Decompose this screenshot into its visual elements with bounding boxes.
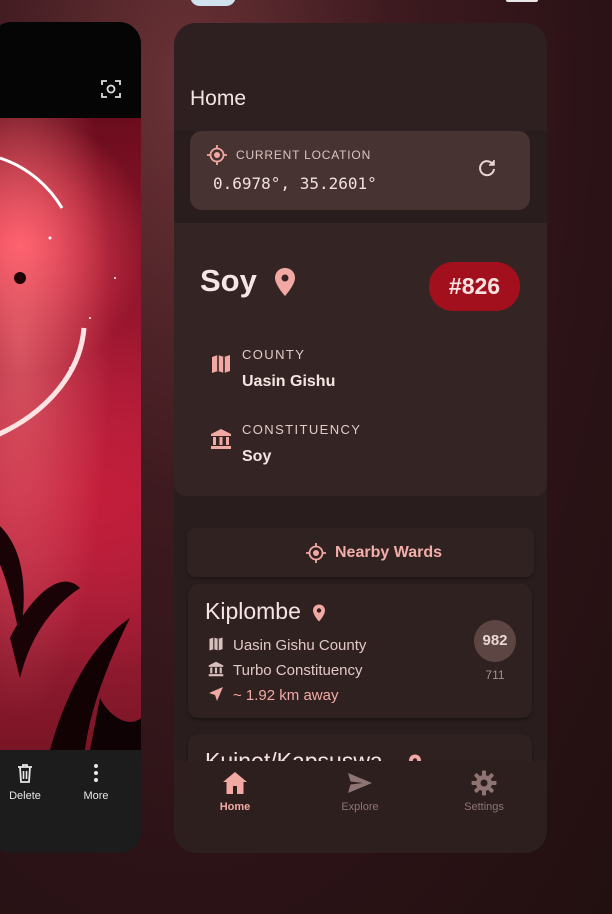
institution-icon	[208, 661, 224, 677]
page-title: Home	[190, 87, 247, 110]
bottom-navigation: Home Explore Settings	[174, 761, 547, 853]
nearby-wards-button[interactable]: Nearby Wards	[187, 528, 534, 577]
nearby-ward-name: Kiplombe	[205, 598, 301, 624]
delete-label: Delete	[9, 790, 41, 802]
nav-home-label: Home	[219, 801, 251, 813]
nav-settings[interactable]: Settings	[444, 769, 524, 813]
nearby-ward-distance-text: ~ 1.92 km away	[233, 687, 339, 704]
nearby-ward-constituency: Turbo Constituency	[208, 661, 363, 679]
institution-icon	[211, 429, 231, 449]
nearby-ward-number: 982	[474, 620, 516, 662]
lens-icon[interactable]	[101, 79, 121, 99]
county-label: COUNTY	[242, 347, 306, 362]
map-pin-icon	[313, 604, 325, 622]
more-label: More	[83, 790, 109, 802]
wallpaper-art	[0, 118, 141, 750]
ward-number-badge: #826	[429, 262, 520, 311]
more-vertical-icon	[94, 764, 98, 782]
current-location-coords: 0.6978°, 35.2601°	[213, 174, 377, 193]
gps-icon	[207, 145, 227, 165]
nav-home[interactable]: Home	[195, 769, 275, 813]
nearby-ward-county: Uasin Gishu County	[208, 636, 366, 654]
county-value: Uasin Gishu	[242, 373, 336, 390]
refresh-icon[interactable]	[476, 157, 498, 179]
nearby-ward-county-text: Uasin Gishu County	[233, 637, 367, 654]
navigation-arrow-icon	[209, 687, 223, 701]
current-location-card: CURRENT LOCATION 0.6978°, 35.2601°	[190, 131, 530, 210]
gallery-top-bar	[0, 22, 141, 118]
nearby-ward-distance: ~ 1.92 km away	[208, 686, 338, 704]
current-location-label: CURRENT LOCATION	[236, 148, 372, 162]
status-dash	[506, 0, 538, 2]
constituency-value: Soy	[242, 448, 272, 465]
delete-button[interactable]: Delete	[0, 762, 50, 802]
nav-explore[interactable]: Explore	[320, 769, 400, 813]
app-header: Home	[174, 23, 547, 131]
nearby-ward-constituency-text: Turbo Constituency	[233, 662, 363, 679]
nav-settings-label: Settings	[464, 801, 504, 813]
more-button[interactable]: More	[71, 762, 121, 802]
home-icon	[223, 772, 247, 794]
ward-app-card[interactable]: Home CURRENT LOCATION 0.6978°, 35.2601° …	[174, 23, 547, 853]
gear-icon	[471, 770, 497, 796]
constituency-label: CONSTITUENCY	[242, 422, 362, 437]
map-icon	[209, 637, 223, 651]
ward-detail-card: Soy #826 COUNTY Uasin Gishu CONSTITUENCY…	[174, 223, 547, 496]
status-pill	[190, 0, 236, 6]
map-icon	[212, 355, 230, 373]
send-icon	[348, 773, 372, 793]
gallery-action-bar: Delete More	[0, 750, 141, 853]
nearby-ward-subnumber: 711	[485, 668, 505, 682]
nearby-wards-label: Nearby Wards	[335, 544, 442, 561]
wallpaper-image[interactable]	[0, 118, 141, 750]
ward-name: Soy	[200, 263, 257, 298]
trash-icon	[18, 764, 32, 783]
nearby-ward-item[interactable]: Kiplombe Uasin Gishu County Turbo Consti…	[188, 584, 532, 718]
map-pin-icon	[275, 268, 295, 296]
nav-explore-label: Explore	[341, 801, 379, 813]
gallery-app-card[interactable]: Delete More	[0, 22, 141, 853]
gps-icon	[306, 543, 326, 563]
